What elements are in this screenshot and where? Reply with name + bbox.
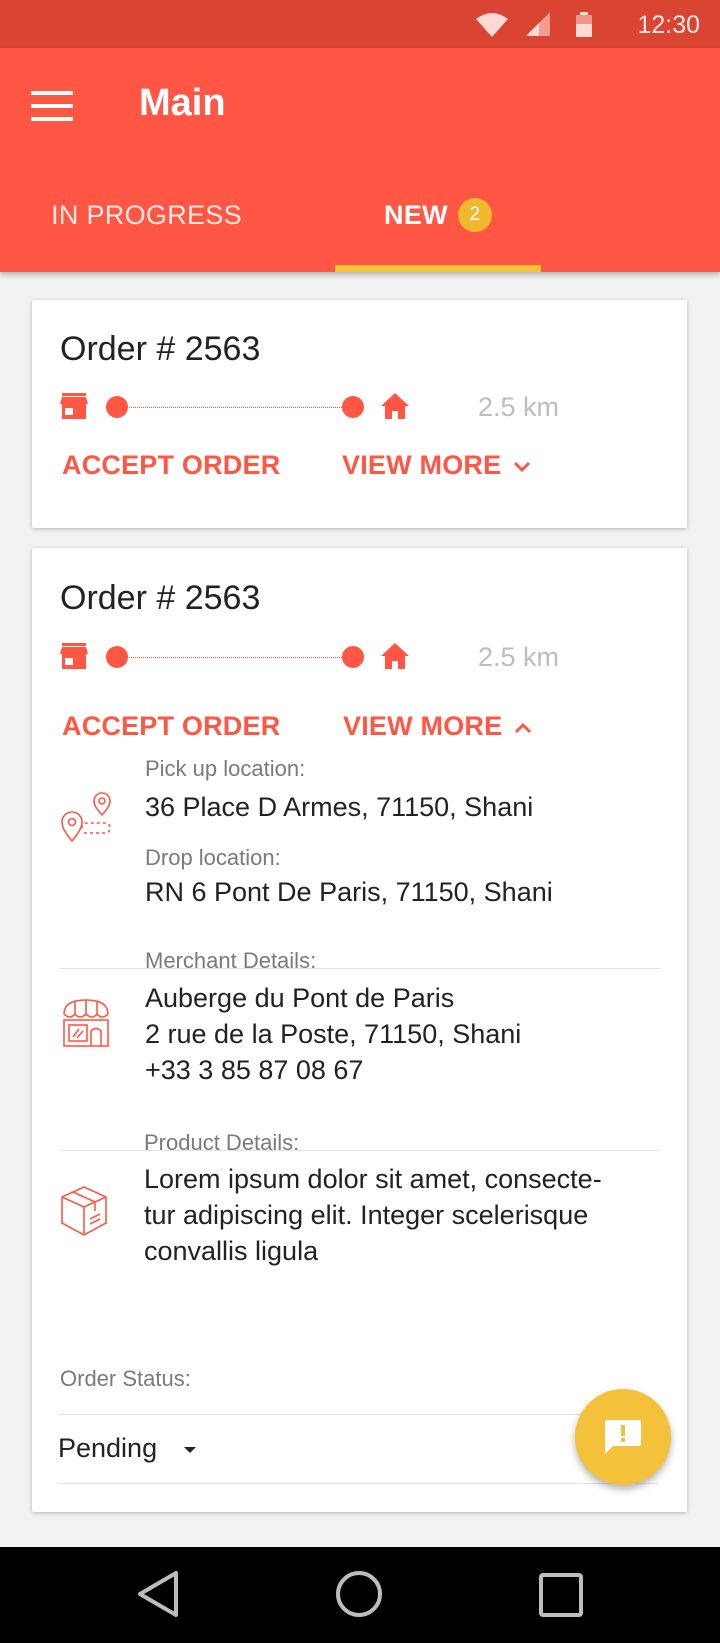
- pickup-label: Pick up location:: [145, 756, 306, 781]
- hamburger-menu-icon[interactable]: [31, 91, 73, 127]
- chevron-down-icon: [514, 461, 531, 472]
- merchant-label: Merchant Details:: [145, 948, 317, 973]
- tab-in-progress[interactable]: IN PROGRESS: [0, 165, 293, 265]
- status-time: 12:30: [637, 11, 700, 39]
- accept-order-label: ACCEPT ORDER: [62, 450, 281, 480]
- merchant-name: Auberge du Pont de Paris: [145, 983, 455, 1013]
- home-circle-icon[interactable]: [334, 1569, 384, 1619]
- product-description-line-2: tur adipiscing elit. Integer scelerisque: [144, 1200, 589, 1230]
- view-less-button[interactable]: VIEW MORE: [343, 711, 532, 742]
- order-route: 2.5 km: [60, 637, 660, 677]
- view-more-label: VIEW MORE: [342, 450, 502, 480]
- battery-icon: [576, 12, 592, 37]
- route-line: [127, 407, 354, 408]
- home-icon: [381, 393, 409, 419]
- view-more-label: VIEW MORE: [343, 711, 503, 741]
- order-title: Order # 2563: [60, 330, 261, 368]
- pickup-value: 36 Place D Armes, 71150, Shani: [145, 792, 534, 822]
- view-more-button[interactable]: VIEW MORE: [342, 450, 531, 481]
- app-bar: Main IN PROGRESS NEW 2: [0, 48, 720, 272]
- wifi-icon: [476, 13, 508, 37]
- merchant-phone: +33 3 85 87 08 67: [145, 1055, 364, 1085]
- order-status-label: Order Status:: [60, 1366, 191, 1391]
- merchant-address: 2 rue de la Poste, 71150, Shani: [145, 1019, 522, 1049]
- tab-new[interactable]: NEW 2: [335, 165, 541, 265]
- accept-order-button[interactable]: ACCEPT ORDER: [62, 450, 280, 481]
- drop-point-dot: [342, 646, 364, 668]
- drop-point-dot: [342, 396, 364, 418]
- order-title: Order # 2563: [60, 579, 261, 617]
- drop-value: RN 6 Pont De Paris, 71150, Shani: [145, 877, 553, 907]
- active-tab-indicator: [335, 265, 541, 272]
- order-status-dropdown[interactable]: Pending: [58, 1414, 658, 1484]
- order-card-expanded: Order # 2563 2.5 km ACCEPT ORDER VIEW MO…: [32, 548, 687, 1512]
- tab-in-progress-label: IN PROGRESS: [51, 199, 242, 230]
- signal-icon: [526, 12, 550, 36]
- pickup-point-dot: [106, 646, 128, 668]
- order-status-value: Pending: [58, 1433, 158, 1463]
- product-description-line-1: Lorem ipsum dolor sit amet, consecte-: [144, 1164, 602, 1194]
- accept-order-button[interactable]: ACCEPT ORDER: [62, 711, 280, 742]
- distance-text: 2.5 km: [478, 642, 560, 672]
- order-route: 2.5 km: [60, 387, 660, 427]
- report-issue-fab[interactable]: [575, 1389, 671, 1485]
- caret-down-icon: [184, 1447, 196, 1453]
- storefront-icon: [63, 999, 109, 1047]
- chevron-up-icon: [515, 722, 532, 733]
- system-navigation-bar: [0, 1547, 720, 1643]
- route-location-icon: [61, 792, 111, 843]
- product-description-line-3: convallis ligula: [144, 1236, 319, 1266]
- pickup-point-dot: [106, 396, 128, 418]
- drop-label: Drop location:: [145, 845, 281, 870]
- accept-order-label: ACCEPT ORDER: [62, 711, 281, 741]
- page-title: Main: [139, 82, 226, 124]
- store-icon: [60, 393, 88, 419]
- order-card: Order # 2563 2.5 km ACCEPT ORDER VIEW MO…: [32, 300, 687, 528]
- product-label: Product Details:: [144, 1130, 300, 1155]
- distance-text: 2.5 km: [478, 392, 560, 422]
- route-line: [127, 657, 354, 658]
- store-icon: [60, 643, 88, 669]
- status-bar: 12:30: [0, 0, 720, 48]
- home-icon: [381, 643, 409, 669]
- recent-apps-icon[interactable]: [538, 1572, 584, 1618]
- new-count-badge: 2: [457, 198, 492, 232]
- package-box-icon: [61, 1186, 107, 1236]
- back-icon[interactable]: [134, 1569, 182, 1619]
- feedback-icon: [605, 1420, 641, 1454]
- tab-new-label: NEW: [384, 199, 448, 230]
